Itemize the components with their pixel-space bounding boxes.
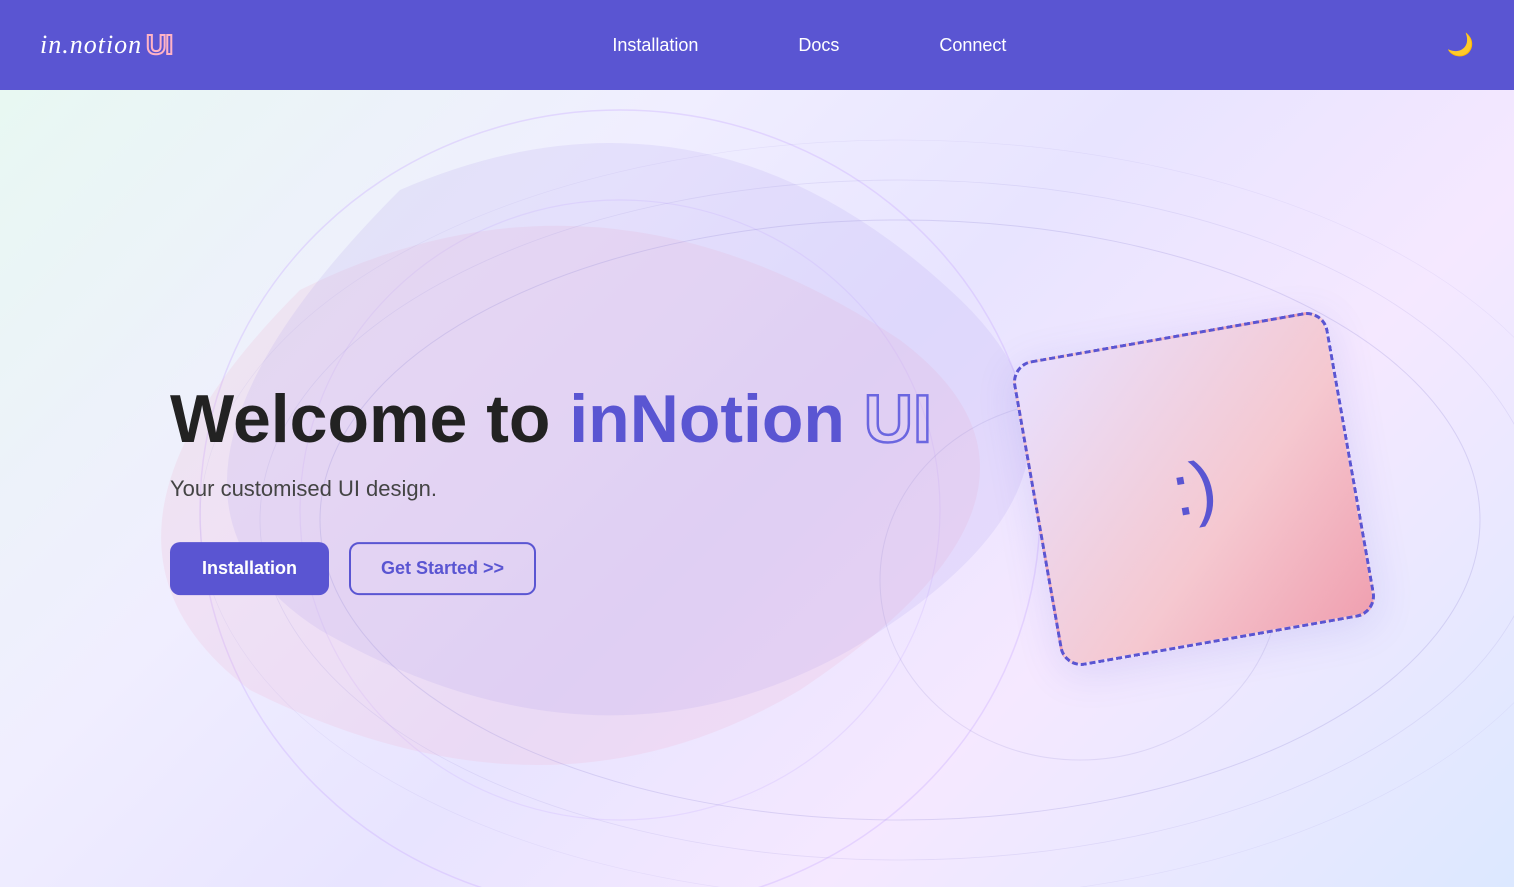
hero-title-outline: UI (864, 381, 932, 457)
hero-deco-card-wrapper: :) (1010, 308, 1379, 669)
hero-buttons: Installation Get Started >> (170, 542, 932, 595)
hero-subtitle: Your customised UI design. (170, 476, 932, 502)
logo: in.notion UI (40, 29, 172, 61)
hero-title: Welcome to inNotion UI (170, 382, 932, 457)
get-started-button[interactable]: Get Started >> (349, 542, 536, 595)
nav-installation-link[interactable]: Installation (612, 35, 698, 56)
hero-content: Welcome to inNotion UI Your customised U… (170, 382, 932, 596)
hero-title-prefix: Welcome to (170, 381, 569, 457)
dark-mode-button[interactable]: 🌙 (1447, 32, 1474, 58)
hero-deco-card: :) (1010, 308, 1379, 669)
logo-ui-text: UI (146, 29, 172, 61)
navbar: in.notion UI Installation Docs Connect 🌙 (0, 0, 1514, 90)
nav-docs-link[interactable]: Docs (798, 35, 839, 56)
hero-section: Welcome to inNotion UI Your customised U… (0, 90, 1514, 887)
nav-links: Installation Docs Connect (612, 35, 1006, 56)
logo-script-text: in.notion (40, 30, 142, 60)
smiley-face: :) (1165, 444, 1223, 532)
nav-connect-link[interactable]: Connect (939, 35, 1006, 56)
hero-title-accent: inNotion (569, 381, 845, 457)
installation-button[interactable]: Installation (170, 542, 329, 595)
